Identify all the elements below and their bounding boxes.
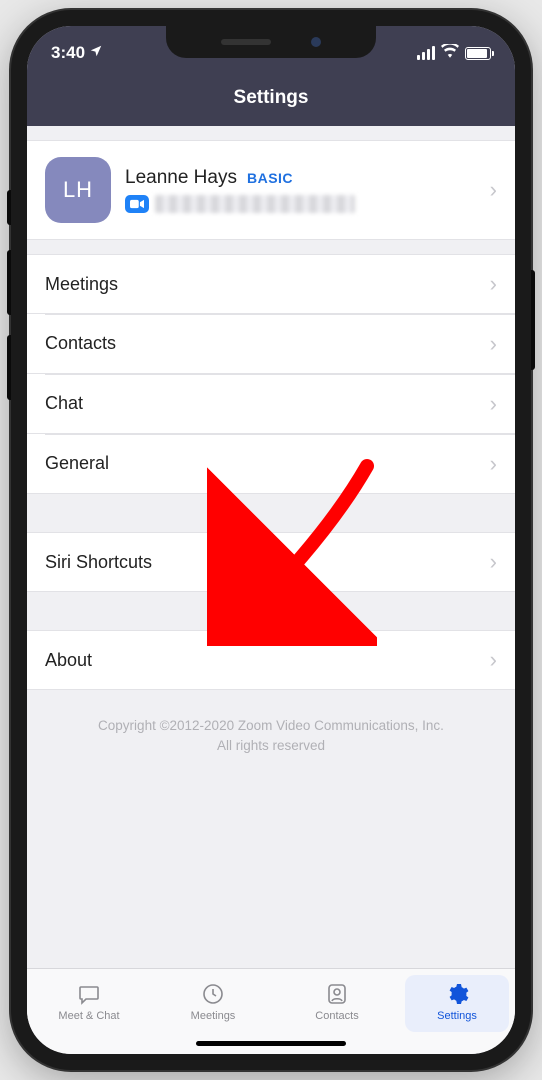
menu-item-siri-shortcuts[interactable]: Siri Shortcuts ›: [27, 532, 515, 592]
signal-icon: [417, 46, 435, 60]
menu-label: Siri Shortcuts: [45, 552, 152, 573]
chevron-right-icon: ›: [490, 549, 497, 575]
contact-icon: [323, 981, 351, 1007]
notch: [166, 26, 376, 58]
phone-frame: 3:40 Settings: [11, 10, 531, 1070]
menu-item-meetings[interactable]: Meetings ›: [27, 254, 515, 314]
chevron-right-icon: ›: [490, 391, 497, 417]
menu-item-general[interactable]: General ›: [27, 434, 515, 494]
menu-label: Contacts: [45, 333, 116, 354]
tab-meetings[interactable]: Meetings: [151, 969, 275, 1034]
profile-name: Leanne Hays: [125, 167, 237, 189]
menu-label: Meetings: [45, 274, 118, 295]
tab-label: Contacts: [315, 1010, 358, 1022]
tab-label: Settings: [437, 1010, 477, 1022]
battery-icon: [465, 47, 491, 60]
wifi-icon: [441, 43, 459, 63]
gear-icon: [443, 981, 471, 1007]
chat-icon: [75, 981, 103, 1007]
avatar: LH: [45, 157, 111, 223]
chevron-right-icon: ›: [490, 177, 497, 203]
tab-meet-chat[interactable]: Meet & Chat: [27, 969, 151, 1034]
tab-label: Meetings: [191, 1010, 236, 1022]
menu-label: Chat: [45, 393, 83, 414]
menu-item-chat[interactable]: Chat ›: [27, 374, 515, 434]
copyright: Copyright ©2012-2020 Zoom Video Communic…: [27, 690, 515, 783]
menu-item-about[interactable]: About ›: [27, 630, 515, 690]
tab-label: Meet & Chat: [58, 1010, 119, 1022]
menu-item-contacts[interactable]: Contacts ›: [27, 314, 515, 374]
plan-badge: BASIC: [247, 170, 293, 186]
location-icon: [89, 43, 103, 63]
tab-contacts[interactable]: Contacts: [275, 969, 399, 1034]
content-area[interactable]: LH Leanne Hays BASIC ›: [27, 126, 515, 968]
status-time: 3:40: [51, 43, 85, 63]
nav-header: Settings: [27, 70, 515, 126]
page-title: Settings: [234, 87, 309, 109]
profile-row[interactable]: LH Leanne Hays BASIC ›: [27, 140, 515, 240]
chevron-right-icon: ›: [490, 451, 497, 477]
profile-id-blurred: [155, 195, 355, 213]
home-indicator[interactable]: [196, 1041, 346, 1046]
screen: 3:40 Settings: [27, 26, 515, 1054]
menu-label: About: [45, 650, 92, 671]
clock-icon: [199, 981, 227, 1007]
chevron-right-icon: ›: [490, 647, 497, 673]
video-icon: [125, 195, 149, 213]
chevron-right-icon: ›: [490, 271, 497, 297]
menu-label: General: [45, 453, 109, 474]
tab-settings[interactable]: Settings: [405, 975, 509, 1032]
chevron-right-icon: ›: [490, 331, 497, 357]
